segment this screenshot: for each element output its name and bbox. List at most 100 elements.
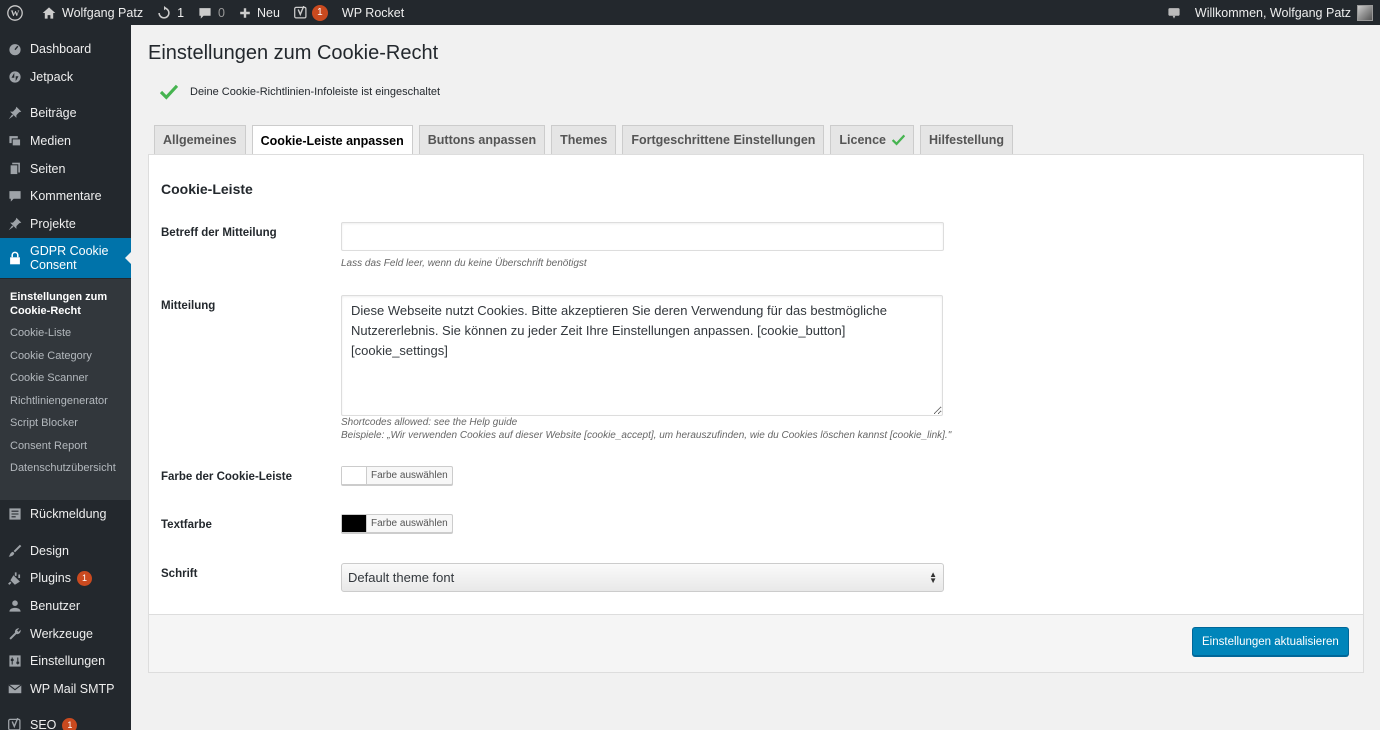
user-icon	[0, 599, 30, 613]
bar-color-swatch	[342, 467, 367, 484]
subject-input[interactable]	[341, 222, 944, 251]
sidebar-item-media[interactable]: Medien	[0, 127, 131, 155]
settings-tabs: Allgemeines Cookie-Leiste anpassen Butto…	[154, 125, 1019, 155]
media-icon	[0, 134, 30, 148]
sidebar-item-gdpr-cookie-consent[interactable]: GDPR Cookie Consent	[0, 238, 131, 278]
comment-icon	[0, 189, 30, 203]
submenu-item-cookie-list[interactable]: Cookie-Liste	[10, 326, 128, 340]
sidebar-item-feedback[interactable]: Rückmeldung	[0, 500, 131, 528]
submenu-item-cookie-category[interactable]: Cookie Category	[10, 349, 128, 363]
yoast-link[interactable]: 1	[287, 0, 335, 25]
updates-icon	[158, 5, 170, 19]
sidebar-item-plugins[interactable]: Plugins 1	[0, 564, 131, 592]
submenu-item-privacy-overview[interactable]: Datenschutzübersicht	[10, 461, 128, 475]
sidebar-item-posts[interactable]: Beiträge	[0, 99, 131, 127]
tab-licence-label: Licence	[839, 133, 886, 147]
wp-rocket-label: WP Rocket	[341, 5, 405, 20]
settings-footer: Einstellungen aktualisieren	[148, 614, 1364, 673]
admin-sidebar: Dashboard Jetpack Beiträge Medien Seiten…	[0, 25, 131, 730]
notification-icon[interactable]	[1160, 0, 1188, 25]
wp-rocket-link[interactable]: WP Rocket	[335, 0, 411, 25]
yoast-icon	[0, 718, 30, 730]
sidebar-item-tools[interactable]: Werkzeuge	[0, 620, 131, 648]
font-label: Schrift	[161, 568, 198, 580]
comment-icon	[199, 7, 211, 19]
new-label: Neu	[256, 5, 280, 20]
tab-advanced[interactable]: Fortgeschrittene Einstellungen	[622, 125, 825, 154]
tab-themes[interactable]: Themes	[551, 125, 617, 154]
updates-link[interactable]: 1	[150, 0, 191, 25]
gdpr-submenu: Einstellungen zum Cookie-Recht Cookie-Li…	[0, 279, 131, 500]
sidebar-item-jetpack[interactable]: Jetpack	[0, 63, 131, 91]
bar-color-label: Farbe der Cookie-Leiste	[161, 471, 293, 483]
pin-icon	[0, 106, 30, 120]
seo-badge: 1	[62, 717, 78, 730]
text-color-button-label: Farbe auswählen	[371, 518, 448, 529]
brush-icon	[0, 544, 30, 558]
sidebar-item-design[interactable]: Design	[0, 537, 131, 565]
bar-color-button-label: Farbe auswählen	[371, 470, 448, 481]
sidebar-item-comments[interactable]: Kommentare	[0, 182, 131, 210]
bar-color-picker[interactable]: Farbe auswählen	[341, 466, 453, 485]
message-hint-example: Beispiele: „Wir verwenden Cookies auf di…	[341, 430, 952, 441]
welcome-text: Willkommen, Wolfgang Patz	[1194, 5, 1351, 20]
section-title: Cookie-Leiste	[161, 181, 253, 197]
updates-count: 1	[177, 5, 185, 20]
font-select-value: Default theme font	[348, 570, 455, 585]
sidebar-item-dashboard[interactable]: Dashboard	[0, 35, 131, 63]
sidebar-item-seo[interactable]: SEO 1	[0, 711, 131, 730]
lock-icon	[0, 251, 30, 265]
yoast-badge: 1	[311, 4, 328, 21]
text-color-swatch	[342, 515, 367, 532]
dashboard-icon	[0, 42, 30, 56]
admin-bar: W Wolfgang Patz 1 0 Neu 1 WP Rocket Will…	[0, 0, 1380, 25]
text-color-picker[interactable]: Farbe auswählen	[341, 514, 453, 533]
submenu-item-policy-generator[interactable]: Richtliniengenerator	[10, 394, 128, 408]
my-account-link[interactable]: Willkommen, Wolfgang Patz	[1188, 0, 1380, 25]
sidebar-item-wp-mail-smtp[interactable]: WP Mail SMTP	[0, 675, 131, 703]
pin-icon	[0, 217, 30, 231]
wrench-icon	[0, 627, 30, 641]
tab-help[interactable]: Hilfestellung	[919, 125, 1013, 154]
plugins-update-badge: 1	[77, 570, 92, 586]
subject-hint: Lass das Feld leer, wenn du keine Übersc…	[341, 258, 587, 269]
submenu-item-cookie-settings[interactable]: Einstellungen zum Cookie-Recht	[10, 290, 128, 318]
font-select[interactable]: Default theme font ▲ ▼	[341, 563, 944, 592]
tab-licence[interactable]: Licence	[830, 125, 914, 154]
subject-label: Betreff der Mitteilung	[161, 227, 277, 239]
status-notice: Deine Cookie-Richtlinien-Infoleiste ist …	[160, 84, 440, 100]
submenu-item-cookie-scanner[interactable]: Cookie Scanner	[10, 371, 128, 385]
wordpress-logo-icon[interactable]: W	[0, 0, 30, 25]
update-settings-button[interactable]: Einstellungen aktualisieren	[1192, 627, 1349, 656]
settings-panel: Cookie-Leiste Betreff der Mitteilung Las…	[148, 154, 1364, 614]
comments-link[interactable]: 0	[191, 0, 232, 25]
new-content-link[interactable]: Neu	[232, 0, 287, 25]
mail-icon	[0, 682, 30, 696]
home-icon	[42, 6, 56, 19]
avatar	[1357, 4, 1373, 21]
submenu-item-consent-report[interactable]: Consent Report	[10, 439, 128, 453]
svg-text:W: W	[11, 8, 20, 18]
tab-buttons[interactable]: Buttons anpassen	[418, 125, 546, 154]
text-color-label: Textfarbe	[161, 519, 212, 531]
message-textarea[interactable]: Diese Webseite nutzt Cookies. Bitte akze…	[341, 295, 943, 416]
feedback-icon	[0, 507, 30, 521]
settings-icon	[0, 654, 30, 668]
tab-general[interactable]: Allgemeines	[154, 125, 246, 154]
plugin-icon	[0, 571, 30, 585]
checkmark-icon	[160, 84, 178, 100]
select-arrows-icon: ▲ ▼	[929, 569, 937, 585]
pages-icon	[0, 162, 30, 176]
sidebar-item-users[interactable]: Benutzer	[0, 592, 131, 620]
plus-icon	[240, 7, 250, 18]
tab-cookie-bar[interactable]: Cookie-Leiste anpassen	[251, 125, 413, 155]
sidebar-item-projects[interactable]: Projekte	[0, 210, 131, 238]
notice-text: Deine Cookie-Richtlinien-Infoleiste ist …	[190, 86, 441, 98]
sidebar-item-pages[interactable]: Seiten	[0, 155, 131, 183]
site-name-link[interactable]: Wolfgang Patz	[35, 0, 150, 25]
sidebar-item-settings[interactable]: Einstellungen	[0, 647, 131, 675]
submenu-item-script-blocker[interactable]: Script Blocker	[10, 416, 128, 430]
comments-count: 0	[218, 5, 225, 20]
jetpack-icon	[0, 70, 30, 84]
message-label: Mitteilung	[161, 300, 216, 312]
